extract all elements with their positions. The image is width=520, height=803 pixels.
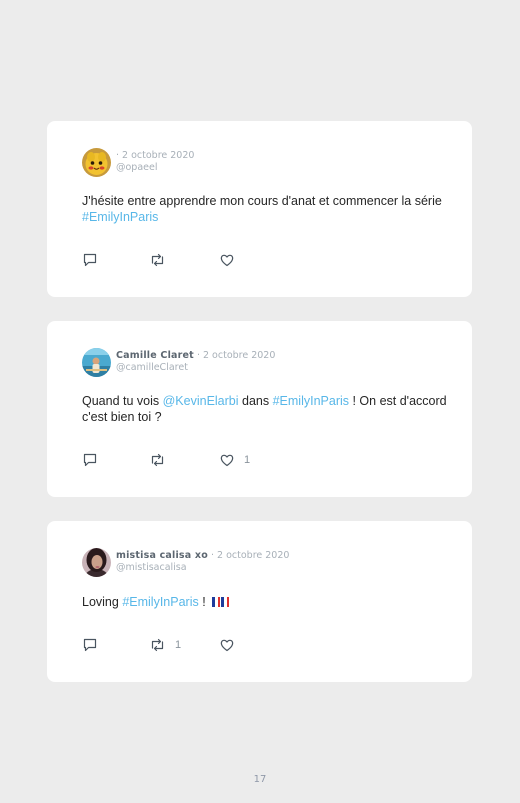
like-button[interactable]: [219, 252, 244, 268]
speech-bubble-icon: [83, 253, 97, 267]
retweet-button[interactable]: [149, 252, 175, 268]
tweet-text: Loving #EmilyInParis !: [82, 595, 447, 611]
hashtag-link[interactable]: #EmilyInParis: [82, 210, 158, 224]
tweet-card: · 2 octobre 2020 @opaeel J'hésite entre …: [47, 121, 472, 297]
tweet-date[interactable]: · 2 octobre 2020: [211, 550, 289, 561]
retweet-arrows-icon: [151, 453, 164, 467]
tweet-text-segment: dans: [238, 394, 273, 408]
retweet-button[interactable]: 1: [149, 637, 181, 653]
page-number: 17: [253, 774, 267, 785]
tweet-text-segment: J'hésite entre apprendre mon cours d'ana…: [82, 194, 442, 208]
tweet-text: Quand tu vois @KevinElarbi dans #EmilyIn…: [82, 394, 447, 425]
france-flag-icon: [212, 597, 221, 607]
author-handle[interactable]: @camilleClaret: [116, 362, 275, 374]
retweet-count: 1: [175, 639, 182, 651]
avatar[interactable]: [82, 548, 111, 577]
retweet-arrows-icon: [151, 638, 164, 652]
author-handle[interactable]: @opaeel: [116, 162, 194, 174]
avatar[interactable]: [82, 348, 111, 377]
tweet-date[interactable]: · 2 octobre 2020: [197, 350, 275, 361]
retweet-button[interactable]: [149, 452, 175, 468]
author-name[interactable]: mistisa calisa xo: [116, 550, 208, 561]
tweet-text-segment: !: [198, 595, 210, 609]
reply-button[interactable]: [82, 637, 107, 653]
reply-button[interactable]: [82, 452, 107, 468]
tweet-text: J'hésite entre apprendre mon cours d'ana…: [82, 194, 447, 225]
hashtag-link[interactable]: #EmilyInParis: [122, 595, 198, 609]
tweet-meta: · 2 octobre 2020 @opaeel: [116, 150, 194, 174]
speech-bubble-icon: [83, 638, 97, 652]
hashtag-link[interactable]: #EmilyInParis: [273, 394, 349, 408]
heart-outline-icon: [220, 454, 234, 467]
tweet-date[interactable]: · 2 octobre 2020: [116, 150, 194, 161]
tweet-text-segment: Quand tu vois: [82, 394, 163, 408]
flag-emojis: [212, 597, 230, 607]
tweet-actions: 1: [82, 637, 282, 653]
retweet-arrows-icon: [151, 253, 164, 267]
heart-outline-icon: [220, 639, 234, 652]
heart-outline-icon: [220, 254, 234, 267]
france-flag-icon: [221, 597, 230, 607]
tweet-actions: 1: [82, 452, 282, 468]
author-name[interactable]: Camille Claret: [116, 350, 194, 361]
avatar[interactable]: [82, 148, 111, 177]
tweet-card: Camille Claret · 2 octobre 2020 @camille…: [47, 321, 472, 497]
author-handle[interactable]: @mistisacalisa: [116, 562, 289, 574]
like-button[interactable]: [219, 637, 244, 653]
reply-button[interactable]: [82, 252, 107, 268]
speech-bubble-icon: [83, 453, 97, 467]
like-button[interactable]: 1: [219, 452, 250, 468]
tweet-meta: mistisa calisa xo · 2 octobre 2020 @mist…: [116, 550, 289, 574]
like-count: 1: [244, 454, 251, 466]
tweet-meta: Camille Claret · 2 octobre 2020 @camille…: [116, 350, 275, 374]
tweet-actions: [82, 252, 282, 268]
tweet-text-segment: Loving: [82, 595, 123, 609]
mention-link[interactable]: @KevinElarbi: [163, 394, 239, 408]
tweet-card: mistisa calisa xo · 2 octobre 2020 @mist…: [47, 521, 472, 682]
